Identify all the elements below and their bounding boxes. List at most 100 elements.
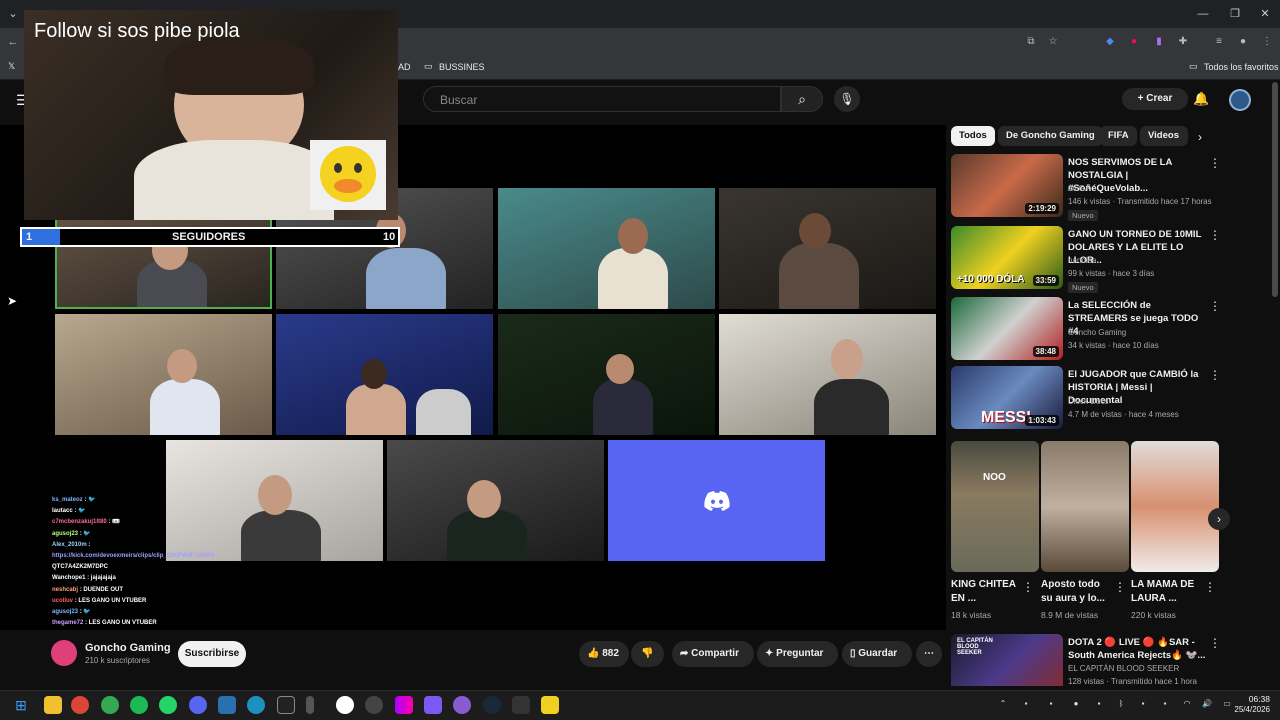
video-channel[interactable]: OLGA [1068, 184, 1218, 193]
file-explorer-icon[interactable] [44, 696, 62, 714]
short-thumbnail[interactable]: NOO [951, 441, 1039, 572]
chip-todos[interactable]: Todos [951, 126, 995, 146]
subscribe-button[interactable]: Suscribirse [178, 641, 246, 667]
short-thumbnail[interactable] [1131, 441, 1219, 572]
chip-videos[interactable]: Videos r [1140, 126, 1188, 146]
app-icon[interactable] [395, 696, 413, 714]
tray-icon[interactable]: ▪ [1093, 698, 1105, 710]
more-options-icon[interactable]: ⋮ [1209, 299, 1221, 313]
video-channel[interactable]: Goncho Gaming [1068, 328, 1218, 337]
recommendation-item[interactable]: EL CAPITÁN BLOOD SEEKER DOTA 2 🔴 LIVE 🔴 … [951, 634, 1226, 686]
more-options-icon[interactable]: ⋮ [1022, 580, 1034, 594]
extension-icon[interactable]: ◆ [1103, 35, 1117, 49]
tray-icon[interactable]: ▪ [1045, 698, 1057, 710]
avatar[interactable] [1229, 89, 1251, 111]
x-icon[interactable]: 𝕏 [8, 61, 15, 72]
reading-list-icon[interactable]: ≡ [1212, 35, 1226, 49]
tray-icon[interactable]: ▪ [1020, 698, 1032, 710]
more-options-icon[interactable]: ⋮ [1209, 636, 1221, 650]
video-title[interactable]: DOTA 2 🔴 LIVE 🔴 🔥SAR - South America Rej… [1068, 636, 1208, 662]
video-channel[interactable]: EL CAPITÁN BLOOD SEEKER [1068, 664, 1218, 673]
back-icon[interactable]: ← [6, 35, 20, 49]
channel-name[interactable]: Goncho Gaming [85, 642, 171, 654]
chrome-icon[interactable] [71, 696, 89, 714]
volume-icon[interactable]: 🔊 [1201, 698, 1213, 710]
steam-icon[interactable] [483, 696, 501, 714]
video-thumbnail[interactable]: 38:48 [951, 297, 1063, 360]
video-thumbnail[interactable]: +10 000 DÓLA 33:59 [951, 226, 1063, 289]
recommendation-item[interactable]: 38:48 La SELECCIÓN de STREAMERS se juega… [951, 297, 1226, 362]
windows-start-icon[interactable]: ⊞ [12, 696, 30, 714]
tray-icon[interactable]: ● [1070, 698, 1082, 710]
short-title[interactable]: KING CHITEA EN ... [951, 578, 1021, 606]
page-scrollbar[interactable] [1272, 82, 1278, 297]
video-thumbnail[interactable]: MESSI 1:03:43 [951, 366, 1063, 429]
shorts-next-button[interactable]: › [1208, 508, 1230, 530]
recommendation-item[interactable]: MESSI 1:03:43 El JUGADOR que CAMBIÓ la H… [951, 366, 1226, 431]
video-thumbnail[interactable]: EL CAPITÁN BLOOD SEEKER [951, 634, 1063, 686]
dislike-button[interactable]: 👎 [631, 641, 664, 667]
app-icon[interactable] [218, 696, 236, 714]
tab-list-icon[interactable]: ⌄ [6, 7, 20, 21]
video-channel[interactable]: nanoide [1068, 256, 1218, 265]
app-icon[interactable] [306, 696, 314, 714]
chip-channel[interactable]: De Goncho Gaming [998, 126, 1103, 146]
minimize-icon[interactable]: — [1196, 7, 1210, 21]
more-options-icon[interactable]: ⋮ [1209, 228, 1221, 242]
more-actions-button[interactable]: ⋯ [916, 641, 942, 667]
video-thumbnail[interactable]: 2:19:29 [951, 154, 1063, 217]
more-options-icon[interactable]: ⋮ [1209, 156, 1221, 170]
chevron-right-icon[interactable]: › [1198, 130, 1202, 144]
wifi-icon[interactable]: ◠ [1181, 698, 1193, 710]
like-button[interactable]: 👍 882 [579, 641, 629, 667]
chip-fifa[interactable]: FIFA [1100, 126, 1137, 146]
short-thumbnail[interactable] [1041, 441, 1129, 572]
tray-icon[interactable]: ▪ [1159, 698, 1171, 710]
short-title[interactable]: LA MAMA DE LAURA ... [1131, 578, 1201, 606]
channel-avatar[interactable] [51, 640, 77, 666]
obs-icon[interactable] [365, 696, 383, 714]
recommendation-item[interactable]: +10 000 DÓLA 33:59 GANO UN TORNEO DE 10M… [951, 226, 1226, 296]
all-bookmarks[interactable]: Todos los favoritos [1204, 62, 1279, 72]
profile-icon[interactable]: ● [1236, 35, 1250, 49]
bluetooth-icon[interactable]: ᛒ [1115, 698, 1127, 710]
bookmark-star-icon[interactable]: ☆ [1046, 35, 1060, 49]
app-icon[interactable] [336, 696, 354, 714]
search-button[interactable]: ⌕ [781, 86, 823, 112]
extensions-puzzle-icon[interactable]: ✚ [1176, 35, 1190, 49]
extension-icon[interactable]: ▮ [1152, 35, 1166, 49]
tray-icon[interactable]: ▪ [1137, 698, 1149, 710]
extension-icon[interactable]: ● [1127, 35, 1141, 49]
chrome-profile-icon[interactable] [101, 696, 119, 714]
spotify-icon[interactable] [130, 696, 148, 714]
app-icon[interactable] [277, 696, 295, 714]
app-icon[interactable] [512, 696, 530, 714]
mic-button[interactable]: 🎙 [834, 86, 860, 112]
maximize-icon[interactable]: ❐ [1228, 7, 1242, 21]
clock-date[interactable]: 25/4/2026 [1230, 705, 1270, 714]
clock-time[interactable]: 06:38 [1246, 694, 1270, 704]
search-input[interactable]: Buscar [423, 86, 781, 112]
more-options-icon[interactable]: ⋮ [1209, 368, 1221, 382]
app-icon[interactable] [453, 696, 471, 714]
recommendation-item[interactable]: 2:19:29 NOS SERVIMOS DE LA NOSTALGIA | #… [951, 154, 1226, 224]
create-button[interactable]: + Crear [1122, 88, 1188, 110]
tray-icon[interactable]: ⌃ [997, 698, 1009, 710]
save-button[interactable]: ▯ Guardar [842, 641, 912, 667]
cast-icon[interactable]: ⧉ [1024, 35, 1038, 49]
close-icon[interactable]: ✕ [1258, 7, 1272, 21]
app-icon[interactable] [424, 696, 442, 714]
bookmark-item[interactable]: AD [398, 62, 411, 72]
short-title[interactable]: Aposto todo su aura y lo... [1041, 578, 1111, 606]
bookmark-folder[interactable]: BUSSINES [439, 62, 485, 72]
app-icon[interactable] [541, 696, 559, 714]
more-options-icon[interactable]: ⋮ [1114, 580, 1126, 594]
app-icon[interactable] [247, 696, 265, 714]
share-button[interactable]: ➦ Compartir [672, 641, 754, 667]
menu-icon[interactable]: ⋮ [1260, 35, 1274, 49]
whatsapp-icon[interactable] [159, 696, 177, 714]
ask-button[interactable]: ✦ Preguntar [757, 641, 838, 667]
more-options-icon[interactable]: ⋮ [1204, 580, 1216, 594]
notifications-icon[interactable]: 🔔 [1193, 91, 1209, 107]
video-channel[interactable]: Dleck Docs [1068, 397, 1218, 406]
